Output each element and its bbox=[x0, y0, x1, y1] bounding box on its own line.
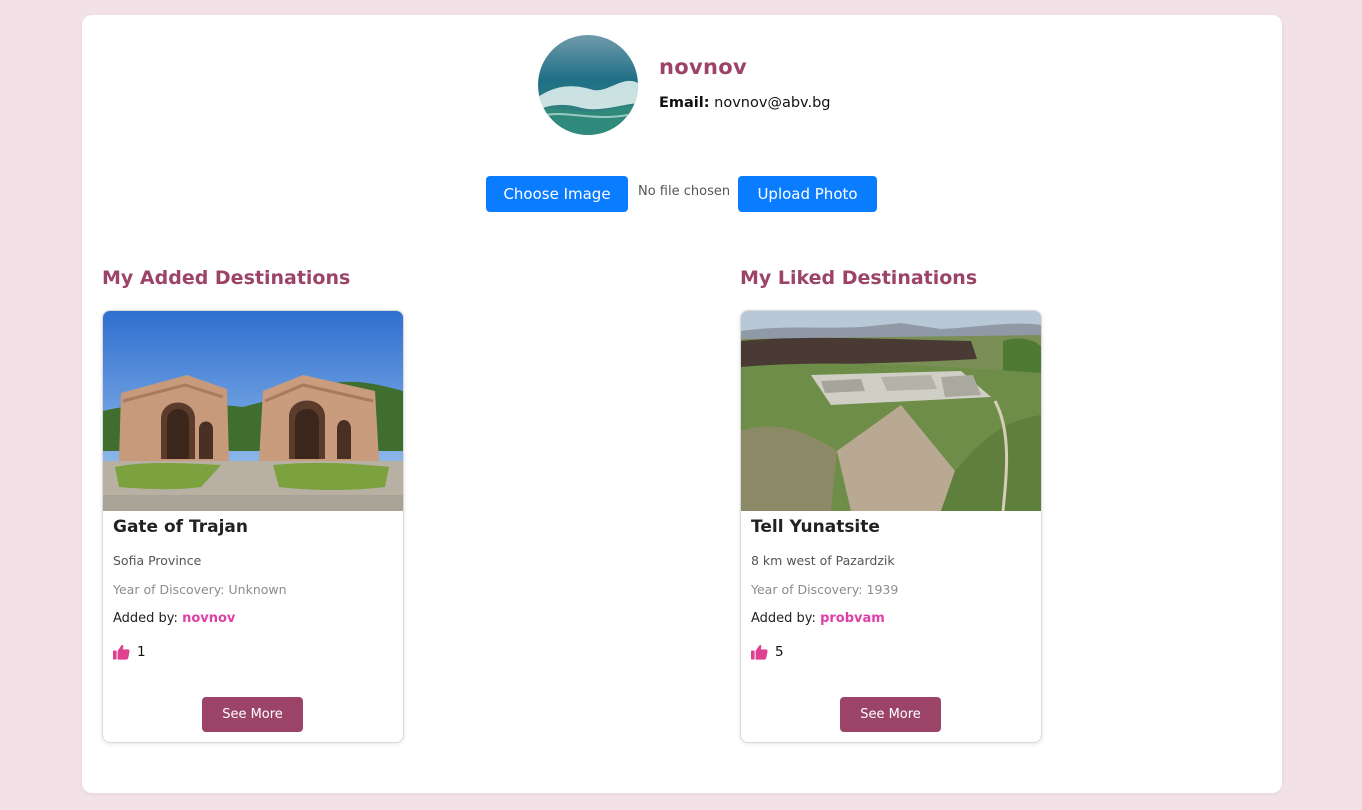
year-label: Year of Discovery: bbox=[113, 582, 225, 597]
destination-photo bbox=[741, 311, 1041, 511]
year-value: 1939 bbox=[866, 582, 899, 597]
destination-title: Gate of Trajan bbox=[113, 517, 248, 537]
destination-added-by: Added by: probvam bbox=[751, 611, 885, 626]
wave-photo bbox=[538, 35, 638, 135]
thumbs-up-icon[interactable] bbox=[113, 644, 130, 660]
destination-year: Year of Discovery: 1939 bbox=[751, 582, 898, 597]
profile-avatar bbox=[538, 35, 638, 135]
liked-destinations-heading: My Liked Destinations bbox=[740, 267, 978, 289]
thumbs-up-icon[interactable] bbox=[751, 644, 768, 660]
destination-card: Tell Yunatsite 8 km west of Pazardzik Ye… bbox=[740, 310, 1042, 743]
added-by-label: Added by: bbox=[751, 611, 816, 626]
year-value: Unknown bbox=[228, 582, 287, 597]
profile-username: novnov bbox=[659, 55, 747, 79]
destination-card: Gate of Trajan Sofia Province Year of Di… bbox=[102, 310, 404, 743]
added-by-user-link[interactable]: probvam bbox=[820, 611, 885, 626]
see-more-button[interactable]: See More bbox=[202, 697, 303, 732]
like-row: 1 bbox=[113, 643, 146, 661]
destination-location: Sofia Province bbox=[113, 553, 202, 568]
profile-email-line: Email: novnov@abv.bg bbox=[659, 95, 831, 111]
destination-photo bbox=[103, 311, 403, 511]
see-more-button[interactable]: See More bbox=[840, 697, 941, 732]
destination-year: Year of Discovery: Unknown bbox=[113, 582, 287, 597]
like-count: 5 bbox=[775, 644, 784, 660]
file-status-text: No file chosen bbox=[638, 184, 731, 199]
added-by-label: Added by: bbox=[113, 611, 178, 626]
destination-title: Tell Yunatsite bbox=[751, 517, 880, 537]
like-row: 5 bbox=[751, 643, 784, 661]
email-value: novnov@abv.bg bbox=[714, 95, 831, 111]
added-by-user-link[interactable]: novnov bbox=[182, 611, 235, 626]
upload-photo-button[interactable]: Upload Photo bbox=[738, 176, 877, 212]
destination-added-by: Added by: novnov bbox=[113, 611, 235, 626]
destination-location: 8 km west of Pazardzik bbox=[751, 553, 895, 568]
email-label: Email: bbox=[659, 95, 710, 111]
added-destinations-heading: My Added Destinations bbox=[102, 267, 351, 289]
like-count: 1 bbox=[137, 644, 146, 660]
year-label: Year of Discovery: bbox=[751, 582, 863, 597]
choose-image-button[interactable]: Choose Image bbox=[486, 176, 628, 212]
profile-panel: novnov Email: novnov@abv.bg Choose Image… bbox=[82, 15, 1282, 793]
